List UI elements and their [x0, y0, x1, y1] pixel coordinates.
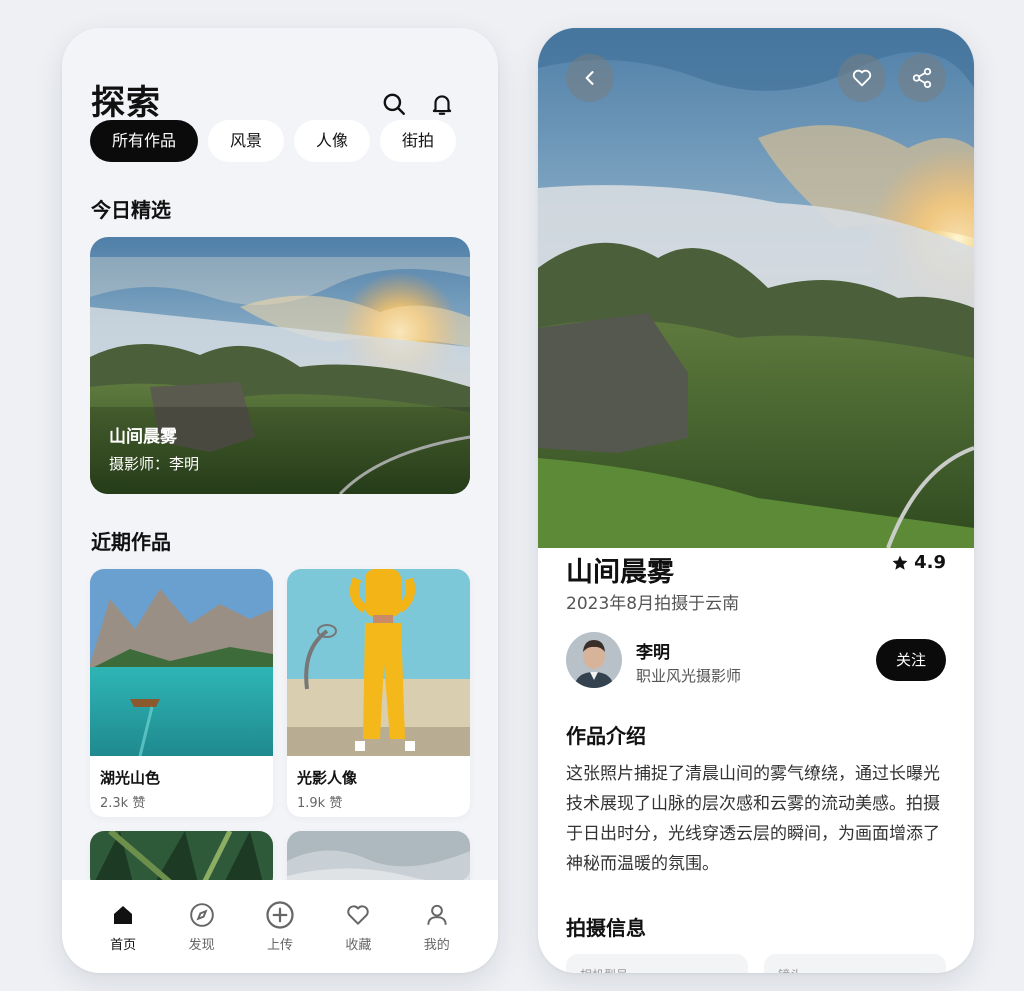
- recent-likes: 1.9k 赞: [297, 796, 343, 811]
- tab-favorites[interactable]: 收藏: [328, 900, 388, 973]
- follow-button[interactable]: 关注: [876, 639, 946, 681]
- detail-screen: 山间晨雾 4.9 2023年8月拍摄于云南 李明 职业风光摄影师 关注 作品介绍…: [538, 28, 974, 973]
- star-icon: [892, 555, 908, 570]
- recent-title: 光影人像: [297, 769, 358, 787]
- author-role: 职业风光摄影师: [636, 667, 742, 685]
- tab-label: 首页: [110, 938, 137, 953]
- heart-icon: [328, 900, 388, 930]
- photo-subtitle: 2023年8月拍摄于云南: [566, 594, 740, 614]
- bottom-tab-bar: 首页 发现 上传 收藏 我的: [62, 880, 498, 973]
- chip-all[interactable]: 所有作品: [90, 120, 199, 162]
- recent-section-title: 近期作品: [91, 530, 171, 554]
- chip-street[interactable]: 街拍: [380, 120, 457, 162]
- photo-title: 山间晨雾: [566, 557, 674, 588]
- share-icon: [912, 67, 932, 89]
- tab-label: 发现: [188, 938, 215, 953]
- recent-title: 湖光山色: [100, 769, 161, 787]
- info-card-lens: 镜头: [764, 954, 946, 973]
- tab-discover[interactable]: 发现: [172, 900, 232, 973]
- tab-upload[interactable]: 上传: [250, 900, 310, 973]
- plus-circle-icon: [250, 900, 310, 930]
- chip-landscape[interactable]: 风景: [208, 120, 285, 162]
- featured-photographer: 摄影师：李明: [109, 455, 200, 473]
- explore-screen: 探索 所有作品 风景 人像 街拍 今日精选 山间晨雾 摄影师：李明 近期作品 湖…: [62, 28, 498, 973]
- search-icon[interactable]: [380, 90, 408, 118]
- tab-profile[interactable]: 我的: [407, 900, 467, 973]
- info-card-camera: 相机型号: [566, 954, 748, 973]
- author-row: 李明 职业风光摄影师 关注: [566, 632, 946, 688]
- category-chips: 所有作品 风景 人像 街拍: [90, 120, 470, 164]
- featured-title: 山间晨雾: [109, 427, 177, 447]
- favorite-button[interactable]: [838, 54, 886, 102]
- tab-home[interactable]: 首页: [93, 900, 153, 973]
- lake-image: [90, 569, 273, 756]
- user-icon: [407, 900, 467, 930]
- recent-card-lake[interactable]: 湖光山色 2.3k 赞: [90, 569, 273, 817]
- intro-title: 作品介绍: [566, 724, 646, 748]
- portrait-image: [287, 569, 470, 756]
- recent-card-portrait[interactable]: 光影人像 1.9k 赞: [287, 569, 470, 817]
- author-name: 李明: [636, 643, 670, 663]
- intro-text: 这张照片捕捉了清晨山间的雾气缭绕，通过长曝光技术展现了山脉的层次感和云雾的流动美…: [566, 764, 940, 874]
- shoot-info-title: 拍摄信息: [566, 916, 646, 940]
- featured-caption: 山间晨雾 摄影师：李明: [109, 422, 199, 474]
- featured-section-title: 今日精选: [91, 198, 171, 222]
- recent-likes: 2.3k 赞: [100, 796, 146, 811]
- tab-label: 我的: [423, 938, 450, 953]
- avatar[interactable]: [566, 632, 622, 688]
- tab-label: 收藏: [345, 938, 372, 953]
- rating-value: 4.9: [914, 552, 946, 573]
- rating: 4.9: [891, 552, 946, 573]
- compass-icon: [172, 900, 232, 930]
- bell-icon[interactable]: [428, 90, 456, 118]
- chip-portrait[interactable]: 人像: [294, 120, 371, 162]
- back-button[interactable]: [566, 54, 614, 102]
- home-icon: [93, 900, 153, 930]
- share-button[interactable]: [898, 54, 946, 102]
- featured-card[interactable]: 山间晨雾 摄影师：李明: [90, 237, 470, 494]
- hero-image: [538, 28, 974, 548]
- heart-icon: [852, 69, 872, 87]
- back-icon: [585, 71, 594, 85]
- tab-label: 上传: [266, 938, 293, 953]
